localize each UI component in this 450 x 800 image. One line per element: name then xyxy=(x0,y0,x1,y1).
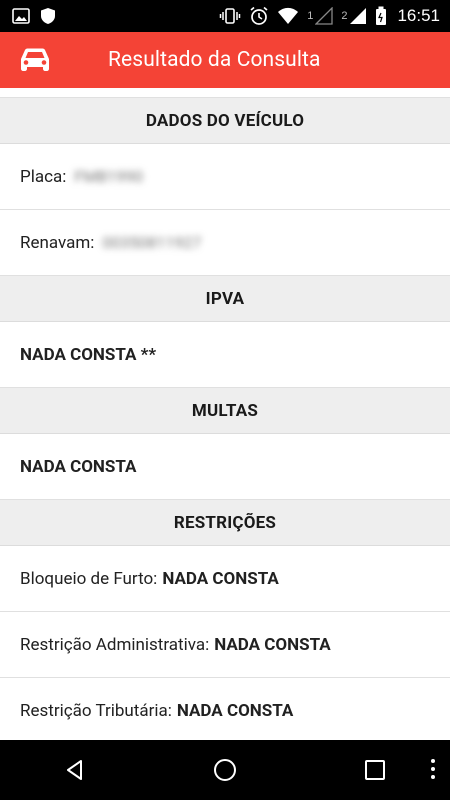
multas-row: NADA CONSTA xyxy=(0,434,450,500)
restricao-row-furto: Bloqueio de Furto: NADA CONSTA xyxy=(0,546,450,612)
placa-row: Placa: FMB1990 xyxy=(0,144,450,210)
signal-icon xyxy=(350,8,367,24)
sim1-label: 1 xyxy=(307,10,314,22)
more-icon[interactable] xyxy=(430,758,436,784)
restricao-label: Restrição Tributária: xyxy=(20,700,172,721)
ipva-status: NADA CONSTA ** xyxy=(20,344,157,365)
placa-label: Placa: xyxy=(20,166,67,187)
home-icon[interactable] xyxy=(195,740,255,800)
alarm-icon xyxy=(249,6,269,26)
vibrate-icon xyxy=(219,7,241,25)
restricao-value: NADA CONSTA xyxy=(162,568,279,589)
section-header-multas: MULTAS xyxy=(0,388,450,434)
restricao-value: NADA CONSTA xyxy=(214,634,331,655)
recents-icon[interactable] xyxy=(345,740,405,800)
sim1-signal: 1 xyxy=(307,7,333,25)
signal-icon xyxy=(315,7,333,25)
navigation-bar xyxy=(0,740,450,800)
ipva-row: NADA CONSTA ** xyxy=(0,322,450,388)
restricao-label: Bloqueio de Furto: xyxy=(20,568,158,589)
renavam-label: Renavam: xyxy=(20,232,95,253)
image-icon xyxy=(12,8,30,24)
list-top-spacer xyxy=(0,88,450,98)
section-header-dados-veiculo: DADOS DO VEÍCULO xyxy=(0,98,450,144)
shield-icon xyxy=(40,7,56,25)
restricao-value: NADA CONSTA xyxy=(176,700,294,721)
page-title: Resultado da Consulta xyxy=(108,48,321,72)
app-bar: Resultado da Consulta xyxy=(0,32,450,88)
restricao-label: Restrição Administrativa: xyxy=(20,634,210,655)
wifi-icon xyxy=(277,7,299,25)
clock-time: 16:51 xyxy=(397,6,440,25)
renavam-row: Renavam: 00350811927 xyxy=(0,210,450,276)
car-icon xyxy=(18,47,52,73)
placa-value: FMB1990 xyxy=(74,167,144,186)
back-icon[interactable] xyxy=(45,740,105,800)
sim2-signal: 2 xyxy=(341,7,367,25)
status-bar: 1 2 16:51 xyxy=(0,0,450,32)
section-header-ipva: IPVA xyxy=(0,276,450,322)
result-list[interactable]: DADOS DO VEÍCULO Placa: FMB1990 Renavam:… xyxy=(0,88,450,740)
battery-icon xyxy=(375,6,387,26)
section-header-restricoes: RESTRIÇÕES xyxy=(0,500,450,546)
multas-status: NADA CONSTA xyxy=(20,456,137,477)
renavam-value: 00350811927 xyxy=(102,233,202,252)
restricao-row-tributaria: Restrição Tributária: NADA CONSTA xyxy=(0,678,450,740)
restricao-row-administrativa: Restrição Administrativa: NADA CONSTA xyxy=(0,612,450,678)
sim2-label: 2 xyxy=(341,10,348,22)
